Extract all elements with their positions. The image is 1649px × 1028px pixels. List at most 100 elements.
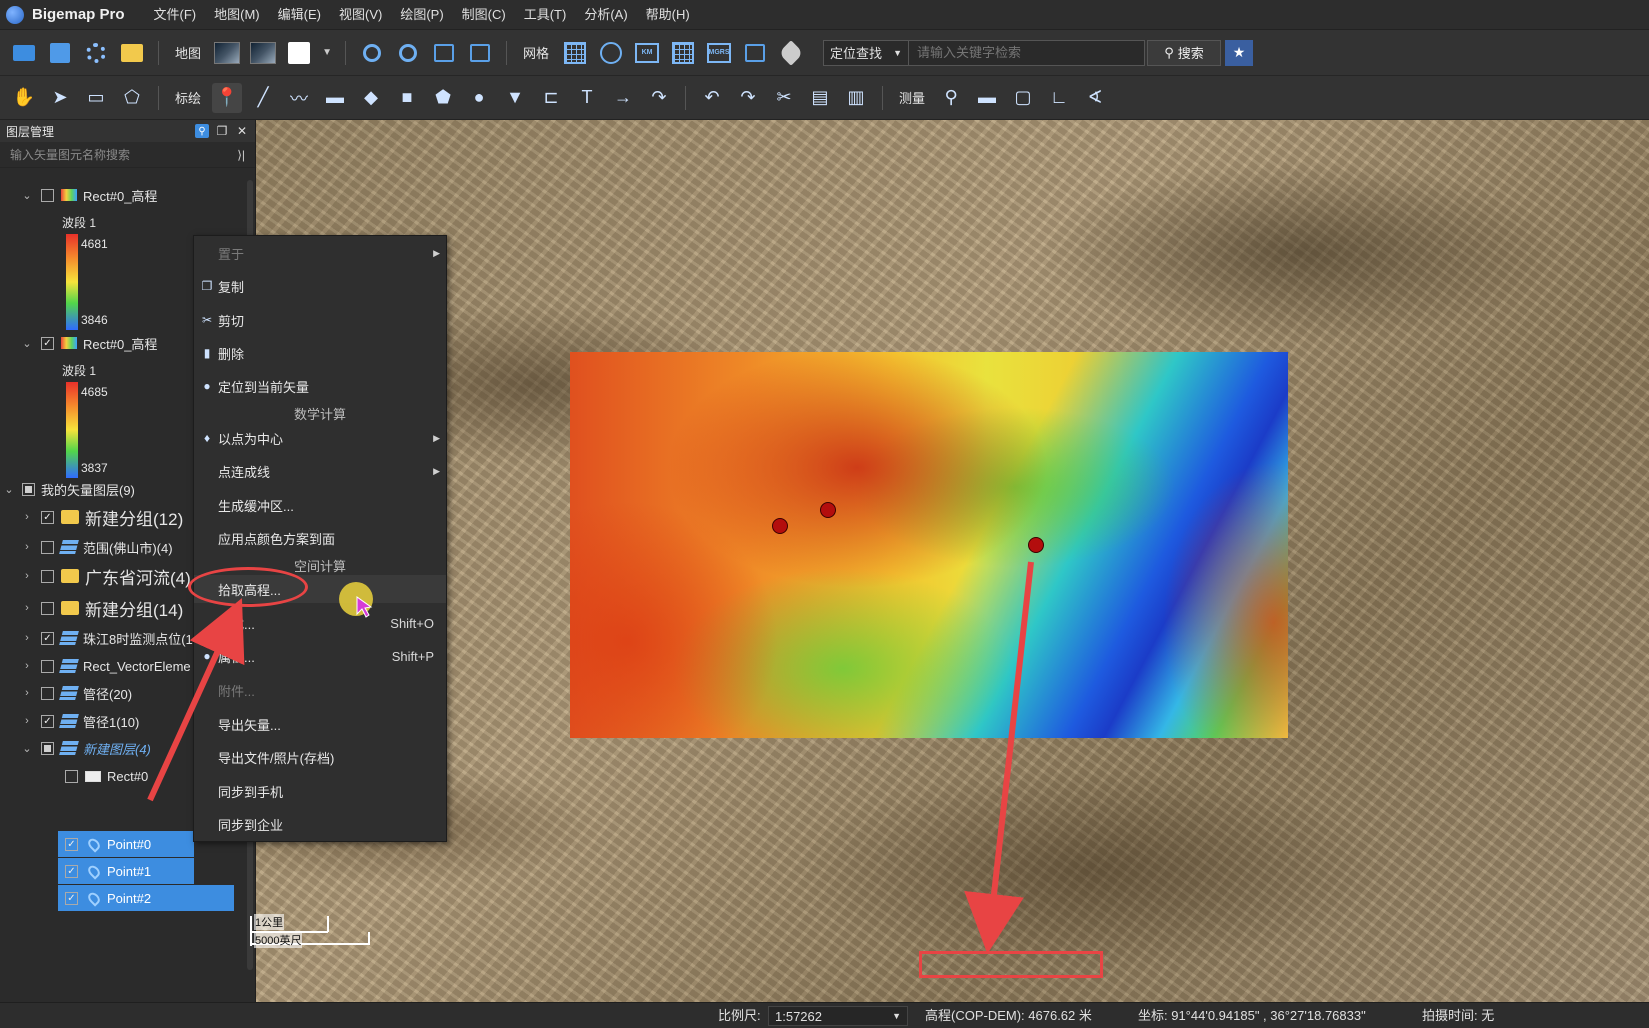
tree-item-group-14[interactable]: › 新建分组(14)	[20, 595, 183, 621]
checkbox[interactable]	[41, 188, 54, 202]
save-button[interactable]	[45, 38, 75, 68]
map-dropdown-button[interactable]: ▼	[320, 38, 334, 68]
locate-select[interactable]: 定位查找 ▼	[823, 39, 910, 66]
settings-button[interactable]	[81, 38, 111, 68]
tree-item-group-12[interactable]: › ✓ 新建分组(12)	[20, 504, 183, 530]
measure-distance-button[interactable]: ▬	[972, 83, 1002, 113]
menu-properties[interactable]: ● 属性... Shift+P	[194, 642, 446, 670]
chevron-right-icon[interactable]: ›	[20, 687, 34, 699]
search-input[interactable]	[909, 39, 1146, 66]
menu-locate[interactable]: ● 定位到当前矢量	[194, 372, 446, 400]
chevron-down-icon[interactable]: ⌄	[20, 337, 34, 350]
close-icon[interactable]: ✕	[235, 124, 249, 138]
full-extent-button[interactable]	[429, 38, 459, 68]
tree-item-foshan[interactable]: › 范围(佛山市)(4)	[20, 534, 173, 560]
undo-button[interactable]: ↶	[697, 83, 727, 113]
grid-button[interactable]	[560, 38, 590, 68]
menu-attachment[interactable]: 附件...	[194, 676, 446, 704]
redo-button[interactable]: ↷	[733, 83, 763, 113]
menu-help[interactable]: 帮助(H)	[637, 0, 699, 30]
tree-item-new-layer[interactable]: ⌄ 新建图层(4)	[20, 735, 151, 761]
checkbox[interactable]: ✓	[41, 714, 54, 728]
menu-place[interactable]: 置于 ▶	[194, 239, 446, 267]
scissors-button[interactable]: ✂	[769, 83, 799, 113]
menu-buffer[interactable]: 生成缓冲区...	[194, 491, 446, 519]
mgrs-grid-button[interactable]: MGRS	[704, 38, 734, 68]
chevron-down-icon[interactable]: ⌄	[2, 483, 16, 496]
map-canvas[interactable]	[256, 120, 1649, 1002]
box-select-button[interactable]: ▭	[81, 83, 111, 113]
menu-export-file[interactable]: 导出文件/照片(存档)	[194, 743, 446, 771]
measure-angle-button[interactable]: ∟	[1044, 83, 1074, 113]
tree-item-rect-vector[interactable]: › Rect_VectorEleme	[20, 653, 191, 679]
menu-delete[interactable]: ▮ 删除	[194, 339, 446, 367]
square-tool-button[interactable]: ■	[392, 83, 422, 113]
menu-map[interactable]: 地图(M)	[205, 0, 269, 30]
polygon-select-button[interactable]: ⬠	[117, 83, 147, 113]
collapse-panel-icon[interactable]: ⟩|	[237, 148, 245, 162]
sector-tool-button[interactable]: ▼	[500, 83, 530, 113]
select-button[interactable]: ➤	[45, 83, 75, 113]
checkbox[interactable]	[41, 686, 54, 700]
chevron-right-icon[interactable]: ›	[20, 511, 34, 523]
checkbox[interactable]: ✓	[65, 891, 78, 905]
image-button[interactable]	[117, 38, 147, 68]
layer-search-field[interactable]: 输入矢量图元名称搜索 ⟩|	[0, 142, 255, 168]
menu-cartography[interactable]: 制图(C)	[453, 0, 515, 30]
search-icon[interactable]: ⚲	[195, 124, 209, 138]
shape-tool-button[interactable]: ◆	[356, 83, 386, 113]
tree-item-point2[interactable]: ✓ Point#2	[58, 885, 234, 911]
checkbox[interactable]: ✓	[65, 837, 78, 851]
checkbox[interactable]	[65, 769, 78, 783]
ngrid-button[interactable]	[668, 38, 698, 68]
tree-item-pipe-20[interactable]: › 管径(20)	[20, 680, 132, 706]
tree-item-monitor-points[interactable]: › ✓ 珠江8时监测点位(1	[20, 625, 193, 651]
tree-item-point0[interactable]: ✓ Point#0	[58, 831, 194, 857]
menu-draw[interactable]: 绘图(P)	[391, 0, 452, 30]
pan-button[interactable]: ✋	[9, 83, 39, 113]
checkbox-partial[interactable]	[41, 741, 54, 755]
chevron-down-icon[interactable]: ⌄	[20, 742, 34, 755]
chevron-right-icon[interactable]: ›	[20, 570, 34, 582]
tile-button[interactable]	[740, 38, 770, 68]
chevron-down-icon[interactable]: ⌄	[20, 189, 34, 202]
tree-item-point1[interactable]: ✓ Point#1	[58, 858, 194, 884]
marker-tool-button[interactable]: 📍	[212, 82, 243, 113]
bend-arrow-tool-button[interactable]: ↷	[644, 83, 674, 113]
line-tool-button[interactable]: ╱	[248, 83, 278, 113]
basemap-thumb-1-button[interactable]	[212, 38, 242, 68]
menu-sync-company[interactable]: 同步到企业	[194, 810, 446, 838]
menu-center-on-point[interactable]: ♦ 以点为中心 ▶	[194, 424, 446, 452]
globe-grid-button[interactable]	[596, 38, 626, 68]
chevron-right-icon[interactable]: ›	[20, 660, 34, 672]
menu-tools[interactable]: 工具(T)	[515, 0, 576, 30]
pentagon-tool-button[interactable]: ⬟	[428, 83, 458, 113]
attribute-table-button[interactable]: ▤	[805, 83, 835, 113]
attribute-table-2-button[interactable]: ▥	[841, 83, 871, 113]
tree-item-rect0[interactable]: Rect#0	[58, 763, 148, 789]
tree-item-vector-root[interactable]: ⌄ 我的矢量图层(9)	[2, 476, 135, 502]
map-point-2[interactable]	[1028, 537, 1044, 553]
checkbox[interactable]: ✓	[41, 510, 54, 524]
open-folder-button[interactable]	[9, 38, 39, 68]
chevron-right-icon[interactable]: ›	[20, 632, 34, 644]
menu-cut[interactable]: ✂ 剪切	[194, 306, 446, 334]
checkbox[interactable]	[41, 569, 54, 583]
checkbox[interactable]: ✓	[41, 336, 54, 350]
checkbox[interactable]: ✓	[65, 864, 78, 878]
search-button[interactable]: ⚲ 搜索	[1147, 39, 1222, 66]
menu-apply-color[interactable]: 应用点颜色方案到面	[194, 524, 446, 552]
scale-select[interactable]: 1:57262 ▼	[768, 1006, 908, 1026]
zoom-out-button[interactable]	[393, 38, 423, 68]
favorite-button[interactable]: ★	[1225, 39, 1254, 66]
menu-analysis[interactable]: 分析(A)	[575, 0, 636, 30]
checkbox[interactable]	[41, 659, 54, 673]
basemap-thumb-2-button[interactable]	[248, 38, 278, 68]
checkbox[interactable]	[41, 540, 54, 554]
text-tool-button[interactable]: T	[572, 83, 602, 113]
rectangle-tool-button[interactable]: ▬	[320, 83, 350, 113]
menu-connect-points[interactable]: 点连成线 ▶	[194, 457, 446, 485]
measure-point-button[interactable]: ⚲	[936, 83, 966, 113]
curve-tool-button[interactable]: 〰	[284, 83, 314, 113]
float-window-icon[interactable]: ❐	[215, 124, 229, 138]
